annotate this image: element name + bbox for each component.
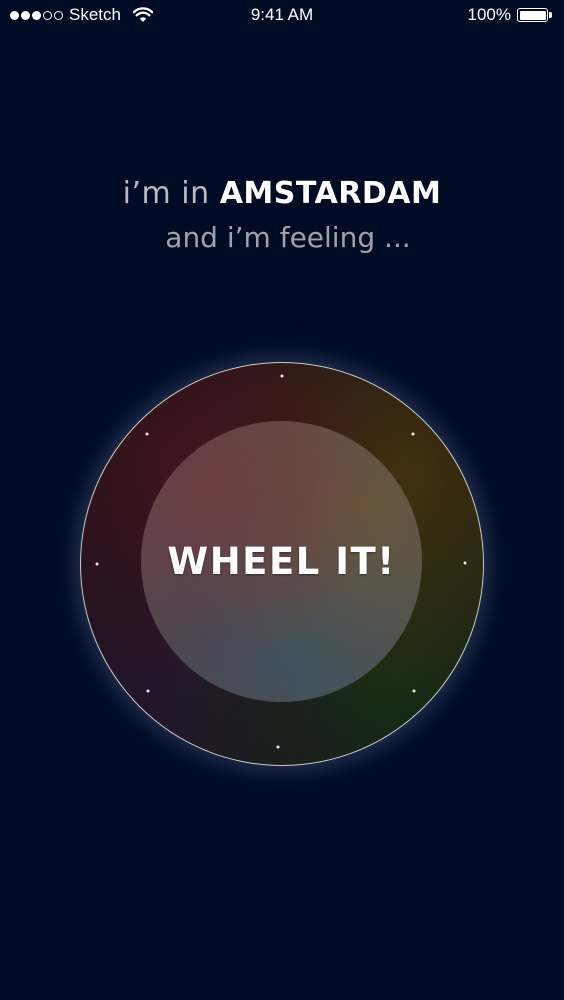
wheel-ring[interactable]: WHEEL IT! (80, 362, 484, 766)
feeling-line: and i’m feeling ... (165, 221, 411, 254)
wheel-tick (276, 745, 280, 749)
wheel-tick (412, 689, 416, 693)
wheel-tick (463, 561, 467, 565)
wheel-tick (280, 374, 284, 378)
wheel-tick (411, 432, 415, 436)
location-prefix: i’m in (122, 176, 210, 211)
wheel-tick (146, 689, 150, 693)
status-bar: Sketch 9:41 AM 100% (0, 0, 564, 32)
location-line: i’m in AMSTARDAM (0, 172, 564, 216)
mood-wheel[interactable]: WHEEL IT! (80, 362, 484, 766)
wheel-it-button[interactable]: WHEEL IT! (141, 421, 422, 702)
battery-fill (519, 10, 546, 20)
headline: i’m in AMSTARDAM and i’m feeling ... (0, 172, 564, 258)
battery-percent: 100% (467, 5, 511, 24)
wheel-tick (145, 432, 149, 436)
status-right: 100% (468, 5, 552, 25)
battery-cap (549, 12, 552, 18)
city-name[interactable]: AMSTARDAM (220, 176, 442, 211)
battery-icon (517, 7, 552, 23)
battery-body (517, 8, 548, 22)
wheel-tick (95, 562, 99, 566)
wheel-it-label: WHEEL IT! (167, 540, 396, 583)
